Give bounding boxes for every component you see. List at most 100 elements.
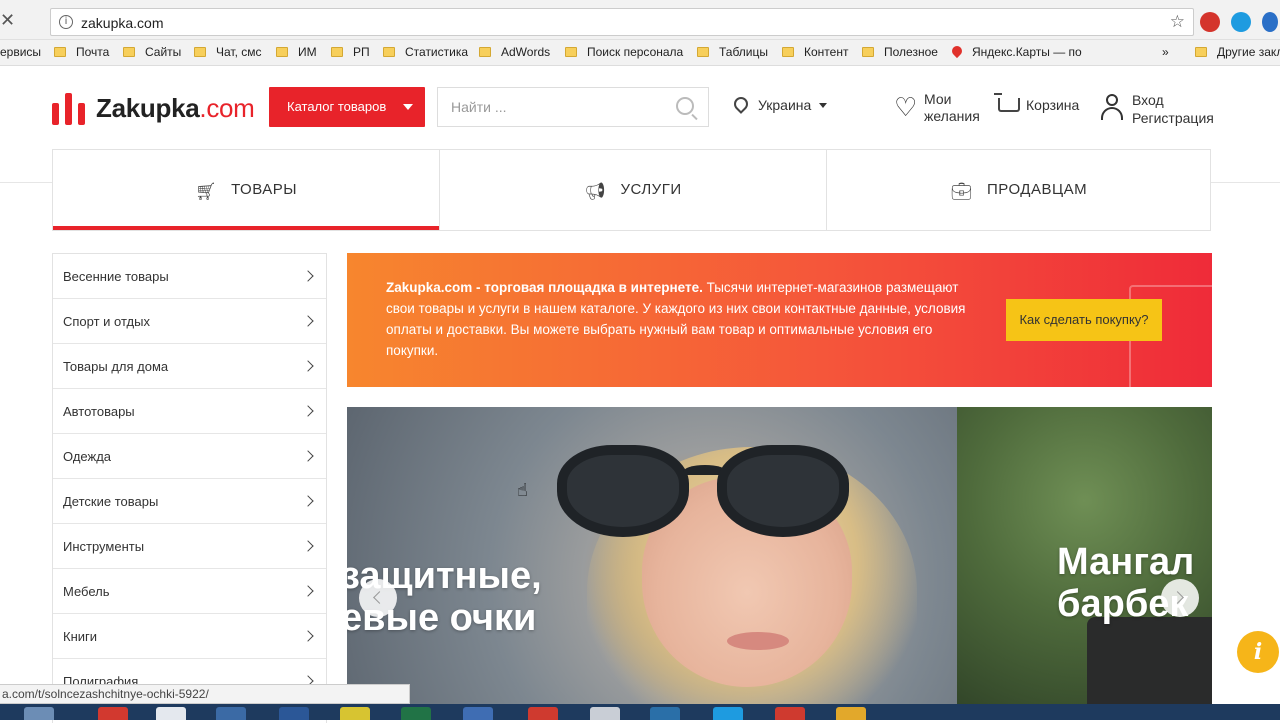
taskbar-chrome-icon[interactable] (528, 707, 558, 720)
login-link[interactable]: Вход (1132, 91, 1214, 109)
briefcase-icon: 💼︎ (950, 182, 974, 202)
taskbar-chrome-icon[interactable] (775, 707, 805, 720)
bookmark-star-icon[interactable]: ☆ (1170, 12, 1185, 32)
category-item[interactable]: Спорт и отдых (53, 299, 326, 344)
taskbar-app-icon[interactable] (836, 707, 866, 720)
grill-image (1087, 617, 1212, 717)
folder-icon (565, 47, 577, 57)
bookmark-folder-tablitsy[interactable]: Таблицы (697, 45, 768, 59)
slider-prev-button[interactable] (359, 579, 397, 617)
account-links: Вход Регистрация (1100, 91, 1214, 127)
browser-toolbar: ✕ i zakupka.com ☆ (0, 0, 1280, 40)
taskbar-app-icon[interactable] (216, 707, 246, 720)
taskbar-app-icon[interactable] (24, 707, 54, 720)
bookmark-item[interactable]: ервисы (0, 45, 41, 59)
taskbar-app-icon[interactable] (340, 707, 370, 720)
chevron-left-icon (373, 591, 386, 604)
intro-banner: Zakupka.com - торговая площадка в интерн… (347, 253, 1212, 387)
map-pin-icon (949, 43, 965, 59)
chevron-right-icon (302, 495, 314, 507)
category-item[interactable]: Детские товары (53, 479, 326, 524)
chevron-right-icon (302, 585, 314, 597)
taskbar-app-icon[interactable] (463, 707, 493, 720)
folder-icon (276, 47, 288, 57)
hand-cursor-icon: ☝ (517, 480, 528, 501)
bookmark-folder-chat[interactable]: Чат, смс (194, 45, 262, 59)
bookmark-folder-rp[interactable]: РП (331, 45, 370, 59)
folder-icon (54, 47, 66, 57)
caret-down-icon (403, 104, 413, 110)
bookmark-folder-poleznoe[interactable]: Полезное (862, 45, 938, 59)
taskbar-app-icon[interactable] (590, 707, 620, 720)
category-item[interactable]: Автотовары (53, 389, 326, 434)
category-item[interactable]: Инструменты (53, 524, 326, 569)
slider-next-button[interactable] (1161, 579, 1199, 617)
cart-link[interactable]: Корзина (994, 93, 1079, 113)
adblock-extension-icon[interactable] (1200, 12, 1220, 32)
bookmark-folder-statistika[interactable]: Статистика (383, 45, 468, 59)
main-tabs: 🛒︎ ТОВАРЫ 📢︎ УСЛУГИ 💼︎ ПРОДАВЦАМ (52, 149, 1211, 231)
bookmark-folder-poisk[interactable]: Поиск персонала (565, 45, 683, 59)
how-to-buy-button[interactable]: Как сделать покупку? (1006, 299, 1162, 341)
search-input[interactable] (438, 88, 658, 126)
folder-icon (479, 47, 491, 57)
folder-icon (123, 47, 135, 57)
folder-icon (697, 47, 709, 57)
bookmark-folder-pochta[interactable]: Почта (54, 45, 109, 59)
tab-services[interactable]: 📢︎ УСЛУГИ (440, 150, 826, 230)
logo-text: Zakupka.com (96, 93, 255, 123)
folder-icon (194, 47, 206, 57)
chevron-right-icon (302, 630, 314, 642)
region-selector[interactable]: Украина (731, 94, 828, 114)
register-link[interactable]: Регистрация (1132, 109, 1214, 127)
info-icon[interactable]: i (59, 15, 73, 29)
wishlist-link[interactable]: ♡ Мои желания (894, 91, 980, 125)
bookmark-folder-kontent[interactable]: Контент (782, 45, 848, 59)
os-taskbar (0, 704, 1280, 720)
category-item[interactable]: Книги (53, 614, 326, 659)
skype-extension-icon[interactable] (1231, 12, 1251, 32)
tab-sellers[interactable]: 💼︎ ПРОДАВЦАМ (827, 150, 1211, 230)
taskbar-skype-icon[interactable] (713, 707, 743, 720)
status-bar: a.com/t/solncezashchitnye-ochki-5922/ (0, 684, 410, 704)
taskbar-chrome-icon[interactable] (98, 707, 128, 720)
caret-down-icon (819, 103, 828, 108)
bookmark-folder-im[interactable]: ИМ (276, 45, 317, 59)
category-item[interactable]: Мебель (53, 569, 326, 614)
bookmark-folder-adwords[interactable]: AdWords (479, 45, 550, 59)
search-box (437, 87, 709, 127)
catalog-button[interactable]: Каталог товаров (269, 87, 425, 127)
taskbar-app-icon[interactable] (156, 707, 186, 720)
category-item[interactable]: Товары для дома (53, 344, 326, 389)
slide-grills[interactable]: Мангал барбек (957, 407, 1212, 720)
user-icon (1100, 94, 1124, 120)
megaphone-icon: 📢︎ (584, 182, 607, 202)
extension-icon[interactable] (1262, 12, 1278, 32)
info-help-button[interactable]: i (1237, 631, 1279, 673)
category-item[interactable]: Весенние товары (53, 254, 326, 299)
category-sidebar: Весенние товары Спорт и отдых Товары для… (52, 253, 327, 723)
taskbar-excel-icon[interactable] (401, 707, 431, 720)
chevron-right-icon (302, 315, 314, 327)
chevron-right-icon (302, 360, 314, 372)
bookmarks-overflow-button[interactable]: » (1162, 45, 1169, 59)
address-bar[interactable]: i zakupka.com ☆ (50, 8, 1194, 36)
taskbar-word-icon[interactable] (279, 707, 309, 720)
reload-icon[interactable]: ✕ (0, 10, 16, 30)
slide-sunglasses[interactable]: защитные, евые очки ☝ (347, 407, 957, 720)
taskbar-app-icon[interactable] (650, 707, 680, 720)
banner-text: Zakupka.com - торговая площадка в интерн… (386, 280, 966, 358)
sunglasses-image (557, 425, 857, 555)
bookmark-folder-saity[interactable]: Сайты (123, 45, 181, 59)
bookmark-folder-other[interactable]: Другие закл (1195, 45, 1280, 59)
folder-icon (862, 47, 874, 57)
category-item[interactable]: Одежда (53, 434, 326, 479)
cart-icon (994, 93, 1020, 112)
bookmark-yandex-maps[interactable]: Яндекс.Карты — по (949, 43, 1082, 59)
chevron-right-icon (302, 450, 314, 462)
search-icon[interactable] (676, 97, 694, 115)
heart-icon: ♡ (894, 93, 918, 123)
cart-icon: 🛒︎ (194, 182, 218, 202)
tab-goods[interactable]: 🛒︎ ТОВАРЫ (53, 150, 439, 230)
promo-slider: защитные, евые очки ☝ Мангал барбек (347, 407, 1212, 720)
